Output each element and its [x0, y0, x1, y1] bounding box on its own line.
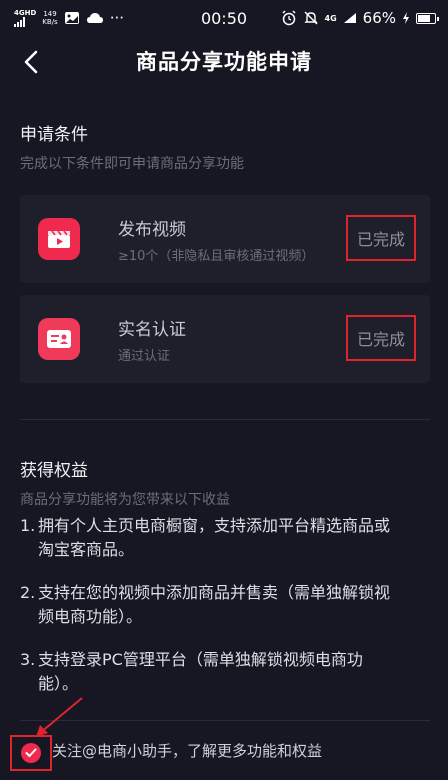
status-right: 4G 66% — [281, 9, 439, 27]
network-type-2: 4G — [324, 13, 337, 23]
net-speed-unit: KB/s — [42, 18, 58, 26]
benefit-text: 支持在您的视频中添加商品并售卖（需单独解锁视 频电商功能）。 — [38, 581, 390, 629]
battery-icon — [416, 12, 439, 24]
status-badge: 已完成 — [346, 315, 416, 361]
back-button[interactable] — [18, 48, 46, 76]
id-card-icon — [38, 318, 80, 360]
signal-bars-icon — [14, 17, 36, 27]
alarm-icon — [281, 10, 296, 26]
page-title: 商品分享功能申请 — [136, 50, 312, 74]
gallery-icon — [64, 12, 79, 24]
conditions-subtitle: 完成以下条件即可申请商品分享功能 — [20, 156, 244, 172]
benefit-line: 频电商功能）。 — [38, 607, 143, 626]
list-item: 2. 支持在您的视频中添加商品并售卖（需单独解锁视 频电商功能）。 — [20, 581, 430, 629]
nav-bar: 商品分享功能申请 — [0, 36, 448, 86]
benefits-header: 获得权益 商品分享功能将为您带来以下收益 — [20, 456, 428, 509]
mute-icon — [303, 11, 318, 25]
net-speed-value: 149 — [43, 10, 57, 18]
condition-card-real-name: 实名认证 通过认证 已完成 — [20, 295, 430, 383]
follow-checkbox-highlight — [10, 735, 52, 771]
benefit-number: 2. — [20, 583, 36, 602]
charging-icon — [403, 12, 409, 24]
benefit-line: 拥有个人主页电商橱窗，支持添加平台精选商品或 — [38, 516, 391, 535]
condition-card-publish-video: 发布视频 ≥10个（非隐私且审核通过视频） 已完成 — [20, 195, 430, 283]
status-bar: 4GHD 149 KB/s ··· 00:50 4G 66% — [0, 0, 448, 36]
back-arrow-icon — [24, 50, 38, 74]
benefits-list: 1. 拥有个人主页电商橱窗，支持添加平台精选商品或 淘宝客商品。 2. 支持在您的… — [20, 514, 430, 715]
status-left: 4GHD 149 KB/s ··· — [14, 9, 124, 27]
benefits-subtitle: 商品分享功能将为您带来以下收益 — [20, 492, 230, 508]
network-hd: HD — [24, 9, 37, 17]
follow-label[interactable]: 关注@电商小助手，了解更多功能和权益 — [52, 740, 322, 761]
follow-checkbox[interactable] — [21, 743, 41, 763]
benefit-text: 拥有个人主页电商橱窗，支持添加平台精选商品或 淘宝客商品。 — [38, 514, 390, 562]
section-divider — [20, 419, 430, 420]
checkmark-icon — [25, 748, 37, 757]
video-clapper-icon — [38, 218, 80, 260]
battery-percent: 66% — [362, 9, 396, 27]
benefits-title: 获得权益 — [20, 461, 88, 481]
network-type: 4G — [14, 9, 25, 17]
benefit-line: 淘宝客商品。 — [38, 540, 135, 559]
list-item: 1. 拥有个人主页电商橱窗，支持添加平台精选商品或 淘宝客商品。 — [20, 514, 430, 562]
benefit-text: 支持登录PC管理平台（需单独解锁视频电商功 能）。 — [38, 648, 363, 696]
list-item: 3. 支持登录PC管理平台（需单独解锁视频电商功 能）。 — [20, 648, 430, 696]
net-speed: 149 KB/s — [42, 10, 57, 26]
benefit-line: 支持登录PC管理平台（需单独解锁视频电商功 — [38, 650, 363, 669]
status-badge: 已完成 — [346, 215, 416, 261]
conditions-header: 申请条件 完成以下条件即可申请商品分享功能 — [20, 120, 428, 173]
more-notifications-icon: ··· — [109, 9, 125, 27]
benefit-number: 3. — [20, 650, 36, 669]
conditions-title: 申请条件 — [20, 125, 88, 145]
benefit-number: 1. — [20, 516, 36, 535]
benefit-line: 支持在您的视频中添加商品并售卖（需单独解锁视 — [38, 583, 391, 602]
signal-strength-icon — [343, 13, 356, 23]
benefit-line: 能）。 — [38, 674, 79, 693]
signal-indicator: 4GHD — [14, 9, 36, 27]
cloud-icon — [86, 13, 103, 23]
